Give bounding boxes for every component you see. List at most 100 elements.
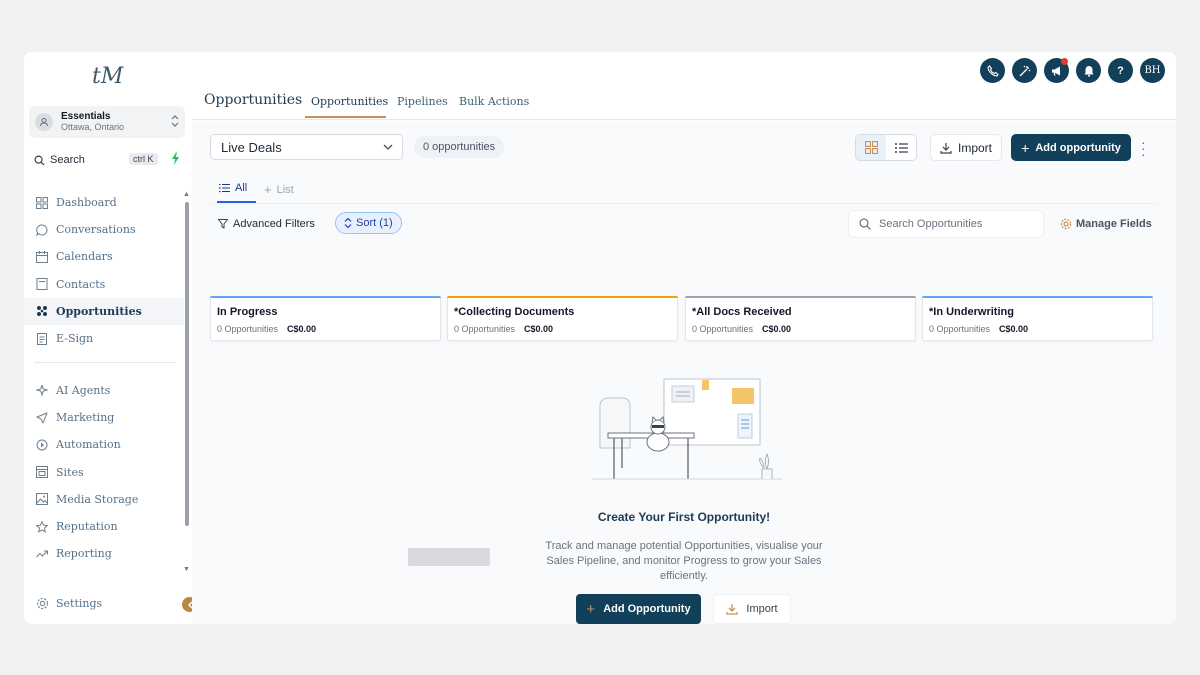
board-view-button[interactable] xyxy=(856,135,886,160)
sidebar-item-opportunities[interactable]: Opportunities xyxy=(24,297,184,325)
header-actions: ? BH xyxy=(980,58,1165,83)
announcements-button[interactable] xyxy=(1044,58,1069,83)
tab-all-label: All xyxy=(235,182,248,194)
stage-column-collecting-documents[interactable]: *Collecting Documents 0 Opportunities C$… xyxy=(447,296,678,341)
pipeline-select-value: Live Deals xyxy=(221,139,282,155)
notification-dot xyxy=(1061,58,1068,65)
sidebar: tM Essentials Ottawa, Ontario Search ctr… xyxy=(24,52,197,624)
stage-title: In Progress xyxy=(217,306,278,318)
page-title: Opportunities xyxy=(204,92,303,108)
stage-title: *All Docs Received xyxy=(692,306,792,318)
search-icon xyxy=(859,218,871,230)
divider xyxy=(210,203,1158,204)
user-avatar[interactable]: BH xyxy=(1140,58,1165,83)
stage-column-in-underwriting[interactable]: *In Underwriting 0 Opportunities C$0.00 xyxy=(922,296,1153,341)
sidebar-item-esign[interactable]: E-Sign xyxy=(24,325,184,352)
sidebar-item-label: Opportunities xyxy=(56,304,142,318)
add-list-button[interactable]: + List xyxy=(264,182,294,197)
bell-icon xyxy=(1084,65,1093,77)
brand-logo[interactable]: tM xyxy=(92,64,123,89)
magic-wand-button[interactable] xyxy=(1012,58,1037,83)
view-toggle xyxy=(855,134,917,161)
sidebar-item-label: Marketing xyxy=(56,411,115,425)
stage-value: C$0.00 xyxy=(287,324,317,334)
stage-column-in-progress[interactable]: In Progress 0 Opportunities C$0.00 xyxy=(210,296,441,341)
stage-value: C$0.00 xyxy=(999,324,1029,334)
search-icon xyxy=(34,155,45,166)
tab-all[interactable]: All xyxy=(219,182,247,194)
active-tab-indicator xyxy=(305,116,386,118)
sort-label: Sort (1) xyxy=(356,217,393,229)
sort-button[interactable]: Sort (1) xyxy=(335,212,402,234)
pipeline-select[interactable]: Live Deals xyxy=(210,134,403,160)
list-bullets-icon xyxy=(219,183,230,193)
magic-wand-icon xyxy=(1019,65,1030,76)
stage-count: 0 Opportunities xyxy=(929,324,991,334)
add-opportunity-button[interactable]: + Add opportunity xyxy=(1011,134,1131,161)
gear-icon xyxy=(35,597,49,611)
sidebar-scrollbar[interactable] xyxy=(185,202,189,526)
empty-import-button[interactable]: Import xyxy=(713,594,791,624)
sidebar-item-calendars[interactable]: Calendars xyxy=(24,243,184,270)
stage-count: 0 Opportunities xyxy=(217,324,279,334)
contacts-icon xyxy=(35,277,49,291)
help-button[interactable]: ? xyxy=(1108,58,1133,83)
gear-icon xyxy=(1060,218,1072,230)
sidebar-item-automation[interactable]: Automation xyxy=(24,431,184,458)
list-icon xyxy=(894,142,908,153)
stage-count: 0 Opportunities xyxy=(454,324,516,334)
sidebar-item-dashboard[interactable]: Dashboard xyxy=(24,189,184,216)
sidebar-item-label: Reporting xyxy=(56,547,112,561)
sidebar-item-conversations[interactable]: Conversations xyxy=(24,216,184,243)
empty-state-illustration xyxy=(592,378,782,480)
chevron-updown-icon xyxy=(171,114,179,133)
sidebar-search[interactable]: Search ctrl K xyxy=(34,150,184,170)
tooltip-placeholder xyxy=(408,548,490,566)
location-switcher[interactable]: Essentials Ottawa, Ontario xyxy=(29,106,185,138)
sidebar-item-settings[interactable]: Settings xyxy=(24,590,174,617)
sparkle-icon xyxy=(35,384,49,398)
tab-bulk-actions[interactable]: Bulk Actions xyxy=(459,95,529,108)
stage-count: 0 Opportunities xyxy=(692,324,754,334)
search-opportunities-input[interactable]: Search Opportunities xyxy=(848,210,1044,238)
sidebar-item-label: Contacts xyxy=(56,277,106,291)
list-view-button[interactable] xyxy=(886,135,916,160)
search-shortcut: ctrl K xyxy=(129,153,158,165)
sidebar-item-media-storage[interactable]: Media Storage xyxy=(24,486,184,513)
app-window: tM Essentials Ottawa, Ontario Search ctr… xyxy=(24,52,1176,624)
scroll-down-icon[interactable]: ▼ xyxy=(183,566,190,573)
megaphone-icon xyxy=(1051,66,1060,76)
stage-color-bar xyxy=(685,296,916,298)
tab-opportunities[interactable]: Opportunities xyxy=(311,95,388,108)
location-name: Essentials xyxy=(61,111,111,122)
manage-fields-label: Manage Fields xyxy=(1076,218,1152,230)
sidebar-item-contacts[interactable]: Contacts xyxy=(24,271,184,298)
sidebar-item-sites[interactable]: Sites xyxy=(24,459,184,486)
sidebar-item-reputation[interactable]: Reputation xyxy=(24,513,184,540)
empty-import-label: Import xyxy=(746,603,778,615)
sidebar-item-label: Conversations xyxy=(56,223,136,237)
stage-title: *Collecting Documents xyxy=(454,306,575,318)
sidebar-nav-primary: Dashboard Conversations Calendars Contac… xyxy=(24,189,184,352)
sidebar-item-ai-agents[interactable]: AI Agents xyxy=(24,377,184,404)
chat-icon xyxy=(35,223,49,237)
sidebar-item-marketing[interactable]: Marketing xyxy=(24,404,184,431)
create-opportunity-button[interactable]: + Add Opportunity xyxy=(576,594,701,624)
opportunities-board: Live Deals 0 opportunities Import + Add … xyxy=(192,121,1176,624)
tab-pipelines[interactable]: Pipelines xyxy=(397,95,448,108)
sidebar-item-reporting[interactable]: Reporting xyxy=(24,540,184,567)
sidebar-item-label: E-Sign xyxy=(56,332,94,346)
stage-column-all-docs-received[interactable]: *All Docs Received 0 Opportunities C$0.0… xyxy=(685,296,916,341)
sidebar-divider xyxy=(34,362,176,363)
manage-fields-button[interactable]: Manage Fields xyxy=(1060,218,1152,230)
more-options-icon[interactable]: · · · xyxy=(1141,135,1146,161)
plus-icon: + xyxy=(586,600,596,618)
import-button[interactable]: Import xyxy=(930,134,1002,161)
sidebar-item-label: Settings xyxy=(56,597,103,611)
scroll-up-icon[interactable]: ▲ xyxy=(183,191,190,198)
opportunity-count: 0 opportunities xyxy=(414,136,505,158)
notifications-button[interactable] xyxy=(1076,58,1101,83)
phone-button[interactable] xyxy=(980,58,1005,83)
lightning-icon[interactable] xyxy=(171,151,181,168)
advanced-filters-button[interactable]: Advanced Filters xyxy=(218,213,315,235)
